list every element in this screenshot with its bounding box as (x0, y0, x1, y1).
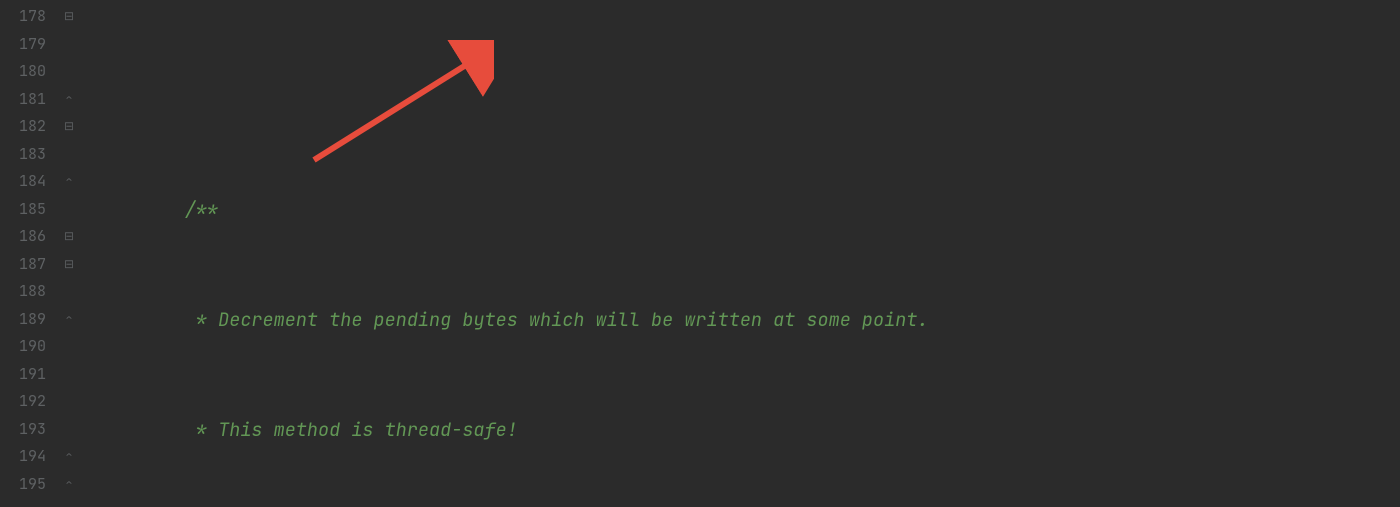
fold-marker[interactable]: ⌃ (54, 168, 84, 196)
code-line[interactable]: * Decrement the pending bytes which will… (84, 306, 1400, 334)
fold-column: ⊟⌃⊟⌃⊟⊟⌃⌃⌃ (54, 0, 84, 507)
fold-marker[interactable]: ⌃ (54, 471, 84, 499)
line-number-gutter: 1781791801811821831841851861871881891901… (0, 0, 54, 507)
line-number: 191 (0, 361, 46, 389)
line-number: 193 (0, 416, 46, 444)
line-number: 186 (0, 223, 46, 251)
fold-marker[interactable] (54, 388, 84, 416)
fold-marker[interactable] (54, 58, 84, 86)
code-editor[interactable]: 1781791801811821831841851861871881891901… (0, 0, 1400, 507)
doc-comment: * This method is thread-safe! (185, 417, 518, 442)
fold-marker[interactable]: ⊟ (54, 223, 84, 251)
line-number: 184 (0, 168, 46, 196)
code-line[interactable]: /** (84, 196, 1400, 224)
fold-marker[interactable] (54, 141, 84, 169)
line-number: 179 (0, 31, 46, 59)
fold-marker[interactable] (54, 196, 84, 224)
line-number: 190 (0, 333, 46, 361)
line-number: 189 (0, 306, 46, 334)
code-line[interactable]: * This method is thread-safe! (84, 416, 1400, 444)
fold-marker[interactable] (54, 416, 84, 444)
line-number: 187 (0, 251, 46, 279)
fold-marker[interactable]: ⌃ (54, 86, 84, 114)
line-number: 180 (0, 58, 46, 86)
code-area[interactable]: /** * Decrement the pending bytes which … (84, 0, 1400, 507)
fold-marker[interactable]: ⊟ (54, 113, 84, 141)
fold-marker[interactable] (54, 278, 84, 306)
annotation-arrow-icon (214, 40, 494, 175)
line-number: 183 (0, 141, 46, 169)
fold-marker[interactable]: ⊟ (54, 3, 84, 31)
doc-comment: /** (185, 197, 218, 222)
fold-marker[interactable]: ⌃ (54, 443, 84, 471)
line-number: 178 (0, 3, 46, 31)
doc-comment: * Decrement the pending bytes which will… (185, 307, 929, 332)
fold-marker[interactable] (54, 333, 84, 361)
line-number: 188 (0, 278, 46, 306)
fold-marker[interactable]: ⌃ (54, 306, 84, 334)
fold-marker[interactable] (54, 361, 84, 389)
line-number: 181 (0, 86, 46, 114)
line-number: 195 (0, 471, 46, 499)
line-number: 194 (0, 443, 46, 471)
line-number: 182 (0, 113, 46, 141)
line-number: 185 (0, 196, 46, 224)
fold-marker[interactable]: ⊟ (54, 251, 84, 279)
line-number: 192 (0, 388, 46, 416)
fold-marker[interactable] (54, 31, 84, 59)
